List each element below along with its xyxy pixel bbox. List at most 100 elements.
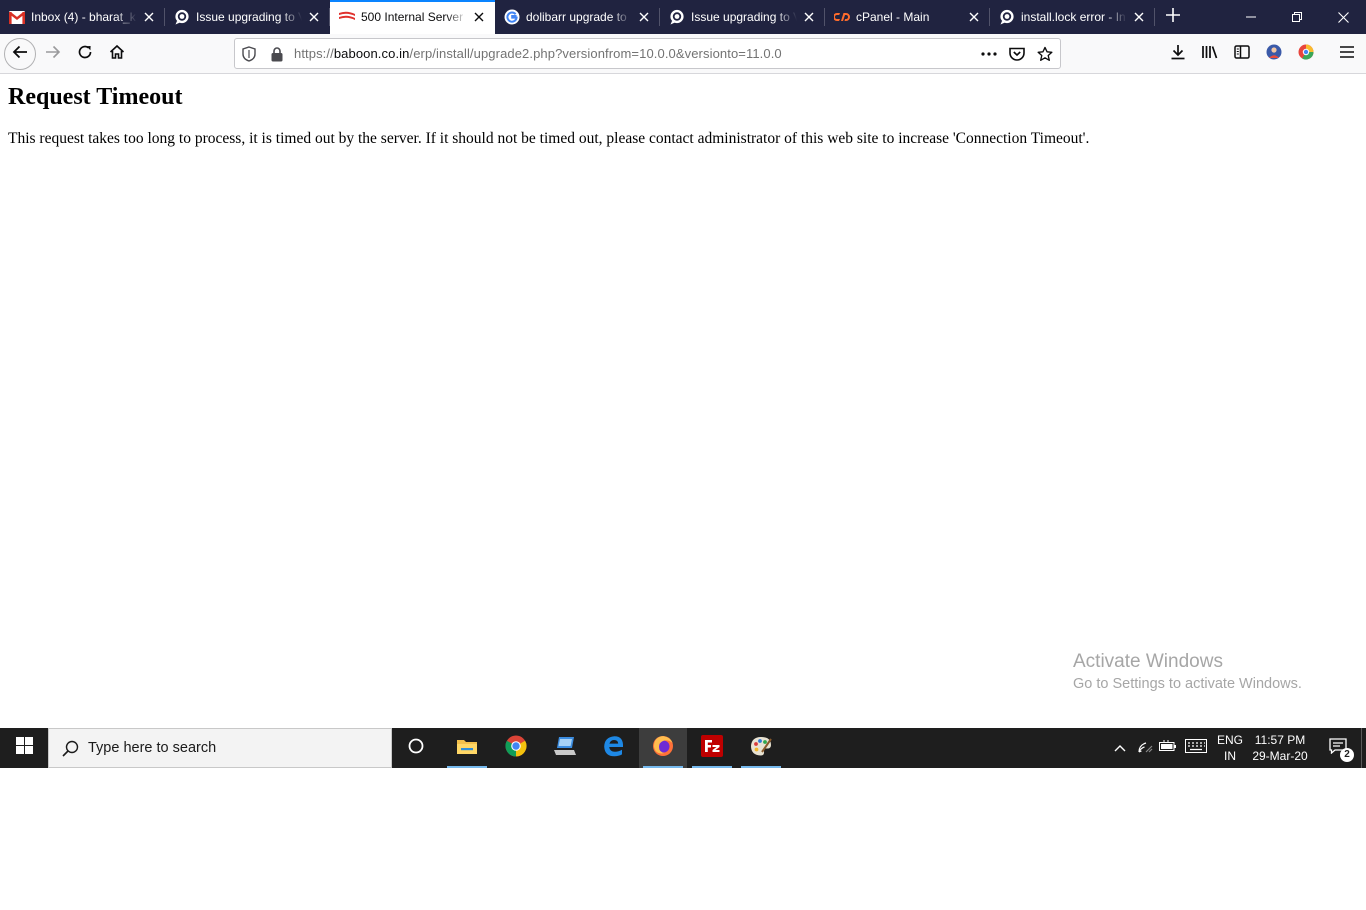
tab-issue-upgrading-2[interactable]: Issue upgrading to V (660, 0, 825, 34)
show-hidden-icons-button[interactable] (1110, 728, 1130, 768)
wifi-icon (1137, 739, 1153, 758)
tab-label: Issue upgrading to V (691, 10, 797, 24)
close-window-button[interactable] (1320, 0, 1366, 34)
close-tab-icon[interactable] (801, 9, 817, 25)
arrow-right-icon (45, 44, 61, 65)
pocket-icon[interactable] (1009, 46, 1025, 62)
close-tab-icon[interactable] (636, 9, 652, 25)
clock-time: 11:57 PM (1254, 733, 1306, 747)
google-icon (504, 9, 520, 25)
close-tab-icon[interactable] (306, 9, 322, 25)
tab-label: 500 Internal Server E (361, 10, 467, 24)
show-desktop-button[interactable] (1361, 728, 1366, 768)
language-code: ENG (1216, 733, 1243, 747)
battery-icon (1159, 739, 1177, 757)
back-button[interactable] (4, 38, 36, 70)
tab-500-internal-server-error[interactable]: 500 Internal Server E (330, 0, 495, 34)
windows-logo-icon (15, 737, 33, 759)
taskbar-file-explorer[interactable] (443, 728, 491, 768)
downloads-button[interactable] (1162, 38, 1194, 70)
navigation-toolbar: https://baboon.co.in/erp/install/upgrade… (0, 34, 1366, 74)
battery-button[interactable] (1157, 728, 1179, 768)
keyboard-icon (1185, 738, 1207, 758)
url-host: baboon.co.in (333, 46, 410, 61)
cortana-button[interactable] (392, 728, 440, 768)
forward-button[interactable] (37, 38, 69, 70)
discourse-icon (174, 9, 190, 25)
extension-button-1[interactable] (1258, 38, 1290, 70)
search-placeholder: Type here to search (88, 740, 217, 756)
page-content: Request Timeout This request takes too l… (0, 74, 1366, 728)
search-icon (61, 739, 79, 757)
library-icon (1201, 44, 1219, 65)
sidebar-icon (1234, 44, 1250, 64)
network-button[interactable] (1134, 728, 1156, 768)
watermark-title: Activate Windows (1073, 651, 1223, 672)
bookmark-star-icon[interactable] (1037, 46, 1053, 62)
app-menu-button[interactable] (1331, 38, 1363, 70)
taskbar-edge[interactable] (590, 728, 638, 768)
lock-icon[interactable] (269, 46, 285, 62)
file-explorer-icon (456, 737, 478, 760)
tab-label: install.lock error - In (1021, 10, 1126, 24)
close-tab-icon[interactable] (471, 9, 487, 25)
notification-count-badge: 2 (1340, 748, 1354, 762)
minimize-button[interactable] (1228, 0, 1274, 34)
filezilla-icon (701, 734, 723, 762)
taskbar-search-box[interactable]: Type here to search (48, 728, 392, 768)
more-actions-icon[interactable] (981, 46, 997, 62)
edge-icon (603, 735, 625, 762)
close-tab-icon[interactable] (1131, 9, 1147, 25)
discourse-icon (999, 9, 1015, 25)
library-button[interactable] (1194, 38, 1226, 70)
reload-icon (77, 44, 93, 65)
clock-date: 29-Mar-20 (1252, 749, 1308, 763)
action-center-button[interactable]: 2 (1318, 728, 1358, 768)
watermark-subtitle: Go to Settings to activate Windows. (1073, 676, 1302, 692)
tab-cpanel-main[interactable]: cPanel - Main (825, 0, 990, 34)
extension-color-wheel-icon (1298, 44, 1314, 65)
arrow-left-icon (12, 44, 28, 65)
restore-button[interactable] (1274, 0, 1320, 34)
tab-install-lock-error[interactable]: install.lock error - In (990, 0, 1155, 34)
close-tab-icon[interactable] (141, 9, 157, 25)
home-button[interactable] (101, 38, 133, 70)
chrome-icon (505, 735, 527, 762)
window-controls (1228, 0, 1366, 34)
shield-icon[interactable] (241, 46, 257, 62)
error-message: This request takes too long to process, … (8, 130, 1090, 147)
input-language-indicator[interactable]: ENG IN (1212, 732, 1248, 764)
tab-label: cPanel - Main (856, 10, 930, 24)
hamburger-menu-icon (1340, 45, 1354, 63)
tab-label: Issue upgrading to V (196, 10, 302, 24)
close-tab-icon[interactable] (966, 9, 982, 25)
touch-keyboard-button[interactable] (1182, 728, 1210, 768)
sidebar-button[interactable] (1226, 38, 1258, 70)
firefox-icon (652, 735, 674, 762)
tab-gmail-inbox[interactable]: Inbox (4) - bharat_k (0, 0, 165, 34)
taskbar-clock[interactable]: 11:57 PM 29-Mar-20 (1248, 732, 1312, 764)
reload-button[interactable] (69, 38, 101, 70)
tab-label: dolibarr upgrade to (526, 10, 627, 24)
gmail-icon (9, 9, 25, 25)
taskbar-laptop-app[interactable] (541, 728, 589, 768)
extension-avatar-icon (1266, 44, 1282, 65)
page-title: Request Timeout (8, 84, 183, 110)
url-bar[interactable]: https://baboon.co.in/erp/install/upgrade… (234, 38, 1061, 69)
taskbar-firefox[interactable] (639, 728, 687, 768)
extension-button-2[interactable] (1290, 38, 1322, 70)
activate-windows-watermark: Activate Windows Go to Settings to activ… (1073, 651, 1302, 692)
paint-palette-icon (749, 735, 773, 762)
windows-taskbar: Type here to search ENG IN 11:57 PM 29-M… (0, 728, 1366, 768)
start-button[interactable] (0, 728, 48, 768)
laptop-app-icon (553, 736, 577, 761)
url-path: /erp/install/upgrade2.php?versionfrom=10… (409, 46, 782, 61)
taskbar-paint[interactable] (737, 728, 785, 768)
taskbar-filezilla[interactable] (688, 728, 736, 768)
taskbar-chrome[interactable] (492, 728, 540, 768)
tab-dolibarr-upgrade-search[interactable]: dolibarr upgrade to (495, 0, 660, 34)
url-text[interactable]: https://baboon.co.in/erp/install/upgrade… (294, 46, 782, 61)
new-tab-button[interactable] (1156, 0, 1190, 34)
tab-issue-upgrading-1[interactable]: Issue upgrading to V (165, 0, 330, 34)
chevron-up-icon (1114, 739, 1126, 757)
